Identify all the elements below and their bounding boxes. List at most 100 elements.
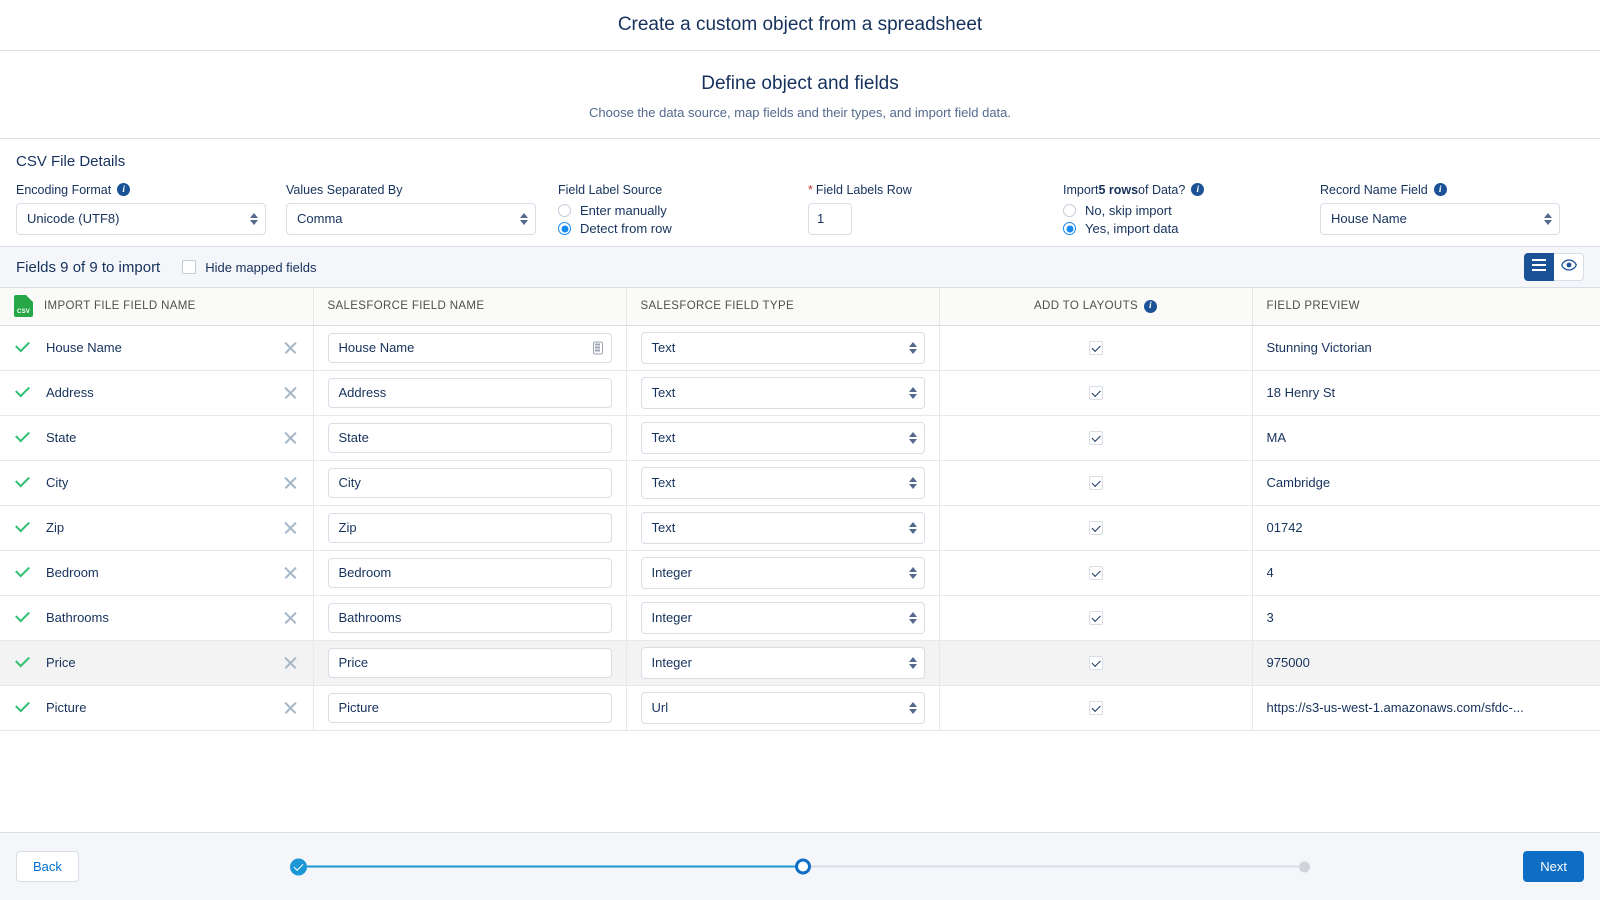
import-field-name: State	[46, 430, 77, 445]
salesforce-field-type-select[interactable]: Integer	[640, 556, 925, 589]
add-to-layouts-checkbox[interactable]	[1088, 700, 1103, 715]
cell-field-preview: Stunning Victorian	[1251, 325, 1600, 371]
eye-preview-icon	[1560, 258, 1577, 276]
remove-field-icon[interactable]	[282, 474, 299, 491]
table-row: Bathrooms Bathrooms Integer 3	[0, 595, 1600, 641]
column-add-to-layouts: ADD TO LAYOUTS i	[938, 288, 1252, 326]
field-label-source-group: Field Label Source Enter manually Detect…	[558, 181, 808, 239]
table-body: House Name House Name Text Stunning Victori…	[0, 325, 1600, 731]
add-to-layouts-checkbox[interactable]	[1088, 655, 1103, 670]
add-to-layouts-checkbox[interactable]	[1088, 565, 1103, 580]
import-rows-label: Import 5 rows of Data? i	[1063, 181, 1320, 198]
info-icon[interactable]: i	[117, 183, 131, 196]
remove-field-icon[interactable]	[282, 384, 299, 401]
salesforce-field-name-input[interactable]: Price	[327, 647, 612, 678]
add-to-layouts-checkbox[interactable]	[1088, 340, 1103, 355]
add-to-layouts-checkbox[interactable]	[1088, 430, 1103, 445]
remove-field-icon[interactable]	[282, 609, 299, 626]
field-mapping-table: CSV IMPORT FILE FIELD NAME SALESFORCE FI…	[0, 288, 1600, 731]
cell-import-file-field-name: Zip	[0, 505, 313, 551]
cell-salesforce-field-name: Bathrooms	[312, 595, 626, 641]
info-icon[interactable]: i	[1433, 183, 1447, 196]
encoding-format-select[interactable]: Unicode (UTF8)	[16, 203, 266, 235]
cell-field-preview: 01742	[1251, 505, 1600, 551]
salesforce-field-type-select[interactable]: Text	[640, 421, 925, 454]
preview-view-button[interactable]	[1554, 253, 1584, 281]
import-field-name: Bedroom	[46, 565, 99, 580]
record-name-field-select-wrap: House Name	[1320, 203, 1560, 235]
csv-options-row: Encoding Format i Unicode (UTF8) Values …	[16, 181, 1584, 239]
mapped-check-icon	[14, 699, 31, 716]
mapped-check-icon	[14, 654, 31, 671]
salesforce-field-name-input[interactable]: House Name	[327, 332, 612, 363]
add-to-layouts-checkbox[interactable]	[1088, 385, 1103, 400]
progress-step-2-current[interactable]	[795, 858, 811, 875]
salesforce-field-name-input[interactable]: City	[327, 467, 612, 498]
radio-detect-from-row[interactable]: Detect from row	[558, 221, 808, 236]
remove-field-icon[interactable]	[282, 564, 299, 581]
radio-enter-manually[interactable]: Enter manually	[558, 203, 808, 218]
mapped-check-icon	[14, 564, 31, 581]
values-separated-by-select-wrap: Comma	[286, 203, 536, 235]
salesforce-field-type-select[interactable]: Text	[640, 376, 925, 409]
cell-field-preview: Cambridge	[1251, 460, 1600, 506]
import-field-name: City	[46, 475, 69, 490]
modal-title-bar: Create a custom object from a spreadshee…	[0, 0, 1600, 51]
hide-mapped-fields-checkbox[interactable]: Hide mapped fields	[182, 260, 317, 275]
add-to-layouts-checkbox[interactable]	[1088, 475, 1103, 490]
salesforce-field-name-input[interactable]: Picture	[327, 692, 612, 723]
remove-field-icon[interactable]	[282, 519, 299, 536]
remove-field-icon[interactable]	[282, 339, 299, 356]
field-labels-row-input[interactable]: 1	[808, 203, 852, 235]
record-name-badge-icon	[592, 341, 603, 354]
salesforce-field-type-select[interactable]: Text	[640, 511, 925, 544]
salesforce-field-name-input[interactable]: State	[327, 422, 612, 453]
info-icon[interactable]: i	[1143, 299, 1157, 313]
mapped-check-icon	[14, 474, 31, 491]
import-field-name: Zip	[46, 520, 65, 535]
field-preview-value: 975000	[1266, 655, 1310, 670]
field-preview-value: 4	[1266, 565, 1274, 580]
mapped-check-icon	[14, 429, 31, 446]
add-to-layouts-checkbox[interactable]	[1088, 520, 1103, 535]
salesforce-field-type-select[interactable]: Text	[640, 466, 925, 499]
cell-salesforce-field-type: Text	[625, 370, 939, 416]
radio-no-skip-import[interactable]: No, skip import	[1063, 203, 1320, 218]
salesforce-field-name-input[interactable]: Zip	[327, 512, 612, 543]
encoding-format-select-wrap: Unicode (UTF8)	[16, 203, 266, 235]
back-button[interactable]: Back	[16, 851, 79, 882]
csv-file-details-panel: CSV File Details Encoding Format i Unico…	[0, 139, 1600, 247]
cell-add-to-layouts	[938, 550, 1252, 596]
next-button[interactable]: Next	[1523, 851, 1584, 882]
remove-field-icon[interactable]	[282, 699, 299, 716]
cell-field-preview: 975000	[1251, 640, 1600, 686]
list-view-button[interactable]	[1524, 253, 1554, 281]
column-import-file-field-name: CSV IMPORT FILE FIELD NAME	[0, 288, 313, 326]
salesforce-field-type-select[interactable]: Integer	[640, 646, 925, 679]
salesforce-field-type-select[interactable]: Text	[640, 331, 925, 364]
cell-import-file-field-name: Bathrooms	[0, 595, 313, 641]
cell-salesforce-field-type: Integer	[625, 550, 939, 596]
radio-indicator-selected	[558, 222, 571, 235]
values-separated-by-select[interactable]: Comma	[286, 203, 536, 235]
salesforce-field-name-input[interactable]: Address	[327, 377, 612, 408]
cell-salesforce-field-type: Integer	[625, 595, 939, 641]
radio-indicator	[1063, 204, 1076, 217]
salesforce-field-type-select[interactable]: Url	[640, 691, 925, 724]
remove-field-icon[interactable]	[282, 429, 299, 446]
record-name-field-group: Record Name Field i House Name	[1320, 181, 1560, 235]
add-to-layouts-checkbox[interactable]	[1088, 610, 1103, 625]
salesforce-field-type-select[interactable]: Integer	[640, 601, 925, 634]
radio-yes-import-data[interactable]: Yes, import data	[1063, 221, 1320, 236]
csv-file-details-title: CSV File Details	[16, 153, 126, 170]
field-preview-value: https://s3-us-west-1.amazonaws.com/sfdc-…	[1266, 700, 1524, 715]
salesforce-field-name-input[interactable]: Bathrooms	[327, 602, 612, 633]
salesforce-field-name-input[interactable]: Bedroom	[327, 557, 612, 588]
info-icon[interactable]: i	[1191, 183, 1205, 196]
cell-add-to-layouts	[938, 595, 1252, 641]
progress-step-3-upcoming[interactable]	[1299, 861, 1310, 872]
remove-field-icon[interactable]	[282, 654, 299, 671]
fields-toolbar: Fields 9 of 9 to import Hide mapped fiel…	[0, 247, 1600, 288]
progress-step-1-complete[interactable]	[290, 858, 307, 875]
record-name-field-select[interactable]: House Name	[1320, 203, 1560, 235]
